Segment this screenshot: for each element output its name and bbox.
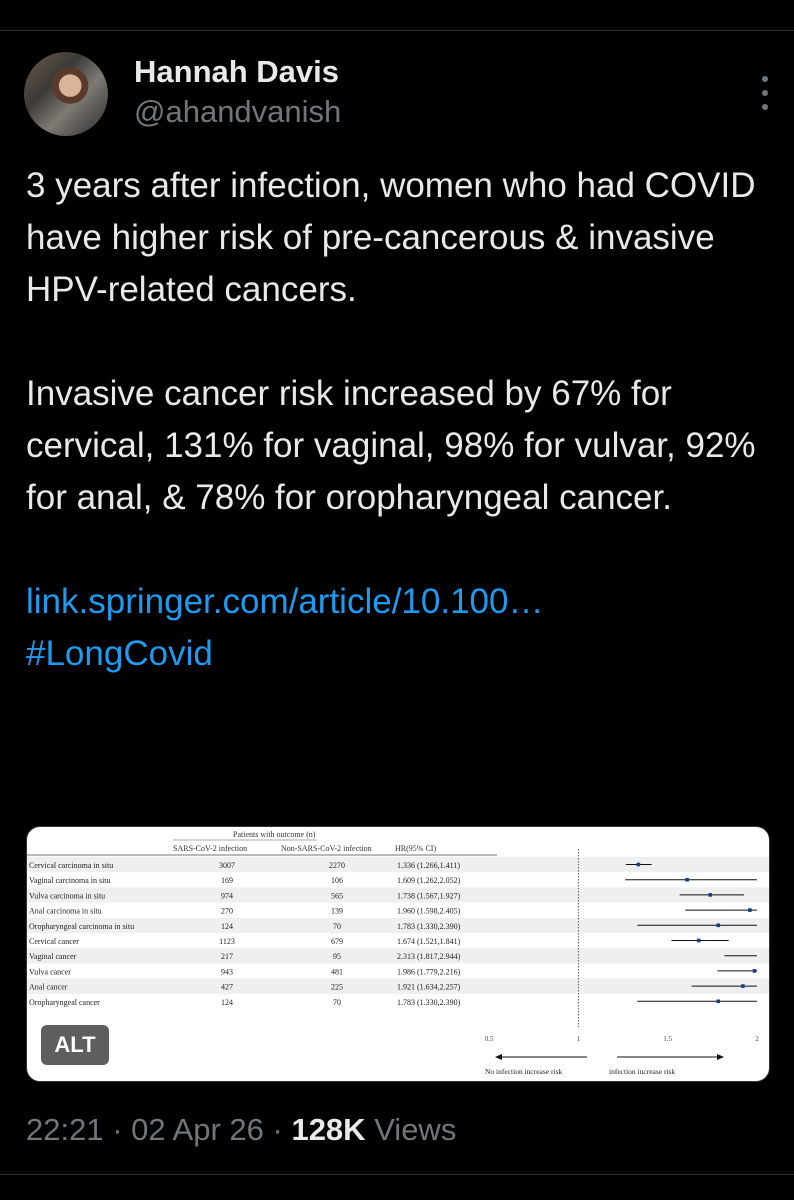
axis-right-label: infection increase risk [609,1067,675,1076]
row-noninfected-count: 225 [331,983,343,992]
row-noninfected-count: 565 [331,891,343,900]
row-infected-count: 270 [221,907,233,916]
row-label: Vulva carcinoma in situ [29,891,105,900]
tweet-time[interactable]: 22:21 [26,1112,104,1147]
author-display-name[interactable]: Hannah Davis [134,54,339,90]
left-arrow-icon [495,1054,502,1060]
hr-point [716,923,721,928]
hr-point [748,908,752,912]
axis-left-label: No infection increase risk [485,1067,563,1076]
col-header-noninfected: Non-SARS-CoV-2 infection [281,844,372,853]
row-noninfected-count: 2270 [329,861,345,870]
row-infected-count: 943 [221,967,233,976]
row-noninfected-count: 70 [333,998,341,1007]
row-noninfected-count: 679 [331,937,343,946]
meta-separator: · [112,1112,123,1147]
col-header-infected: SARS-CoV-2 infection [173,844,247,853]
row-hr-text: 1.738 (1.567,1.927) [397,891,461,900]
row-label: Oropharyngeal cancer [29,998,100,1007]
row-label: Oropharyngeal carcinoma in situ [29,922,134,931]
row-infected-count: 124 [221,922,233,931]
hr-point [741,984,745,988]
axis-tick-label: 1 [577,1035,581,1043]
row-infected-count: 427 [221,983,233,992]
tweet-paragraph-2: Invasive cancer risk increased by 67% fo… [26,374,756,517]
row-noninfected-count: 139 [331,907,343,916]
row-infected-count: 974 [221,891,233,900]
row-label: Vulva cancer [29,967,71,976]
row-infected-count: 169 [221,876,233,885]
row-hr-text: 1.336 (1.266,1.411) [397,861,460,870]
article-link[interactable]: link.springer.com/article/10.100… [26,576,766,628]
more-options-icon[interactable] [760,76,770,120]
media-image[interactable]: Patients with outcome (n) SARS-CoV-2 inf… [26,826,770,1082]
forest-plot-table: Patients with outcome (n) SARS-CoV-2 inf… [27,830,769,1076]
tweet-date[interactable]: 02 Apr 26 [131,1112,264,1147]
axis-tick-label: 1.5 [663,1035,672,1043]
right-arrow-icon [717,1054,724,1060]
row-infected-count: 3007 [219,861,235,870]
axis-tick-label: 0.5 [485,1035,494,1043]
avatar[interactable] [24,52,108,136]
row-hr-text: 1.986 (1.779,2.216) [397,967,461,976]
hr-point [696,938,701,943]
row-infected-count: 217 [221,952,233,961]
views-count[interactable]: 128K [291,1112,365,1147]
axis-tick-label: 2 [755,1035,759,1043]
tweet-text: 3 years after infection, women who had C… [26,160,766,680]
tweet-paragraph-1: 3 years after infection, women who had C… [26,166,756,309]
tweet-metadata: 22:21 · 02 Apr 26 · 128K Views [26,1112,456,1148]
hr-point [636,862,641,867]
row-hr-text: 2.313 (1.817,2.944) [397,952,461,961]
row-label: Anal carcinoma in situ [29,907,102,916]
row-noninfected-count: 95 [333,952,341,961]
col-header-hr: HR(95% CI) [395,844,436,853]
hr-point [708,893,712,897]
alt-badge[interactable]: ALT [41,1025,109,1065]
tweet-header: Hannah Davis @ahandvanish [24,52,770,136]
tweet-links: link.springer.com/article/10.100… #LongC… [26,576,766,680]
row-label: Cervical cancer [29,937,79,946]
row-noninfected-count: 106 [331,876,343,885]
author-handle[interactable]: @ahandvanish [134,94,341,130]
row-hr-text: 1.674 (1.521,1.841) [397,937,461,946]
row-label: Vaginal carcinoma in situ [29,876,111,885]
row-hr-text: 1.783 (1.330,2.390) [397,998,461,1007]
row-infected-count: 124 [221,998,233,1007]
meta-separator-2: · [272,1112,283,1147]
row-noninfected-count: 70 [333,922,341,931]
row-label: Cervical carcinoma in situ [29,861,113,870]
hr-point [752,969,757,973]
row-label: Vaginal cancer [29,952,77,961]
row-infected-count: 1123 [219,937,235,946]
hr-point [716,999,721,1004]
row-noninfected-count: 481 [331,967,343,976]
row-label: Anal cancer [29,983,68,992]
row-hr-text: 1.921 (1.634,2.257) [397,983,461,992]
views-label: Views [374,1112,457,1147]
top-divider [0,0,794,31]
hashtag-link[interactable]: #LongCovid [26,628,766,680]
row-hr-text: 1.609 (1.262,2.052) [397,876,461,885]
bottom-divider [0,1174,794,1175]
group-header: Patients with outcome (n) [233,830,316,839]
hr-point [685,877,689,882]
row-hr-text: 1.960 (1.598,2.405) [397,907,461,916]
row-hr-text: 1.783 (1.330,2.390) [397,922,461,931]
